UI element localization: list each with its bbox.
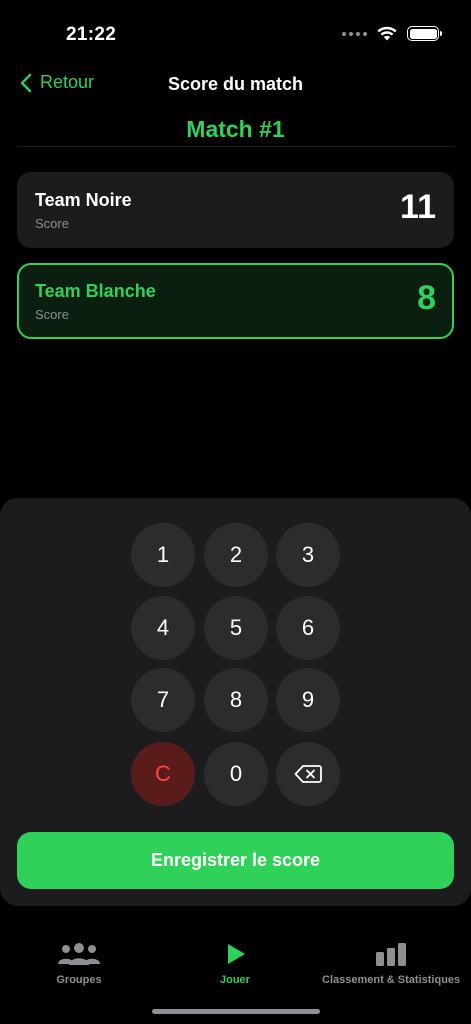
key-5[interactable]: 5 bbox=[204, 596, 268, 660]
key-7[interactable]: 7 bbox=[131, 668, 195, 732]
team-score: 8 bbox=[417, 279, 436, 317]
team-name: Team Blanche bbox=[35, 281, 156, 301]
wifi-icon bbox=[377, 26, 397, 41]
battery-icon bbox=[407, 26, 442, 41]
key-8[interactable]: 8 bbox=[204, 668, 268, 732]
team-score: 11 bbox=[400, 188, 436, 226]
backspace-icon bbox=[294, 765, 322, 783]
key-2[interactable]: 2 bbox=[204, 523, 268, 587]
team-card-blanche[interactable]: Team Blanche Score 8 bbox=[17, 263, 454, 339]
team-card-noire[interactable]: Team Noire Score 11 bbox=[17, 172, 454, 248]
back-button[interactable]: Retour bbox=[20, 72, 94, 93]
team-score-label: Score bbox=[35, 307, 69, 322]
team-score-label: Score bbox=[35, 216, 69, 231]
key-9[interactable]: 9 bbox=[276, 668, 340, 732]
save-score-button[interactable]: Enregistrer le score bbox=[17, 832, 454, 889]
tab-label: Jouer bbox=[220, 974, 250, 986]
nav-bar: Retour Score du match bbox=[0, 64, 471, 106]
key-4[interactable]: 4 bbox=[131, 596, 195, 660]
tab-classement[interactable]: Classement & Statistiques bbox=[322, 942, 460, 986]
key-1[interactable]: 1 bbox=[131, 523, 195, 587]
status-bar: 21:22 bbox=[0, 0, 471, 60]
status-time: 21:22 bbox=[66, 24, 117, 45]
team-name: Team Noire bbox=[35, 190, 132, 210]
tab-groupes[interactable]: Groupes bbox=[55, 942, 103, 986]
tab-label: Classement & Statistiques bbox=[322, 974, 461, 986]
divider bbox=[18, 146, 454, 147]
status-icons bbox=[342, 26, 442, 41]
key-3[interactable]: 3 bbox=[276, 523, 340, 587]
match-title: Match #1 bbox=[186, 116, 285, 142]
bar-chart-icon bbox=[376, 943, 407, 966]
keypad-panel: 1 2 3 4 5 6 7 8 9 C 0 Enregistrer le sco… bbox=[0, 498, 471, 906]
chevron-left-icon bbox=[20, 73, 32, 92]
backspace-key[interactable] bbox=[276, 742, 340, 806]
clear-key[interactable]: C bbox=[131, 742, 195, 806]
play-icon bbox=[227, 944, 245, 964]
back-label: Retour bbox=[40, 72, 95, 92]
key-6[interactable]: 6 bbox=[276, 596, 340, 660]
tab-label: Groupes bbox=[56, 974, 102, 986]
signal-icon bbox=[342, 31, 367, 36]
key-0[interactable]: 0 bbox=[204, 742, 268, 806]
home-indicator[interactable] bbox=[152, 1009, 320, 1014]
tab-jouer[interactable]: Jouer bbox=[220, 942, 250, 986]
people-icon bbox=[58, 943, 100, 965]
